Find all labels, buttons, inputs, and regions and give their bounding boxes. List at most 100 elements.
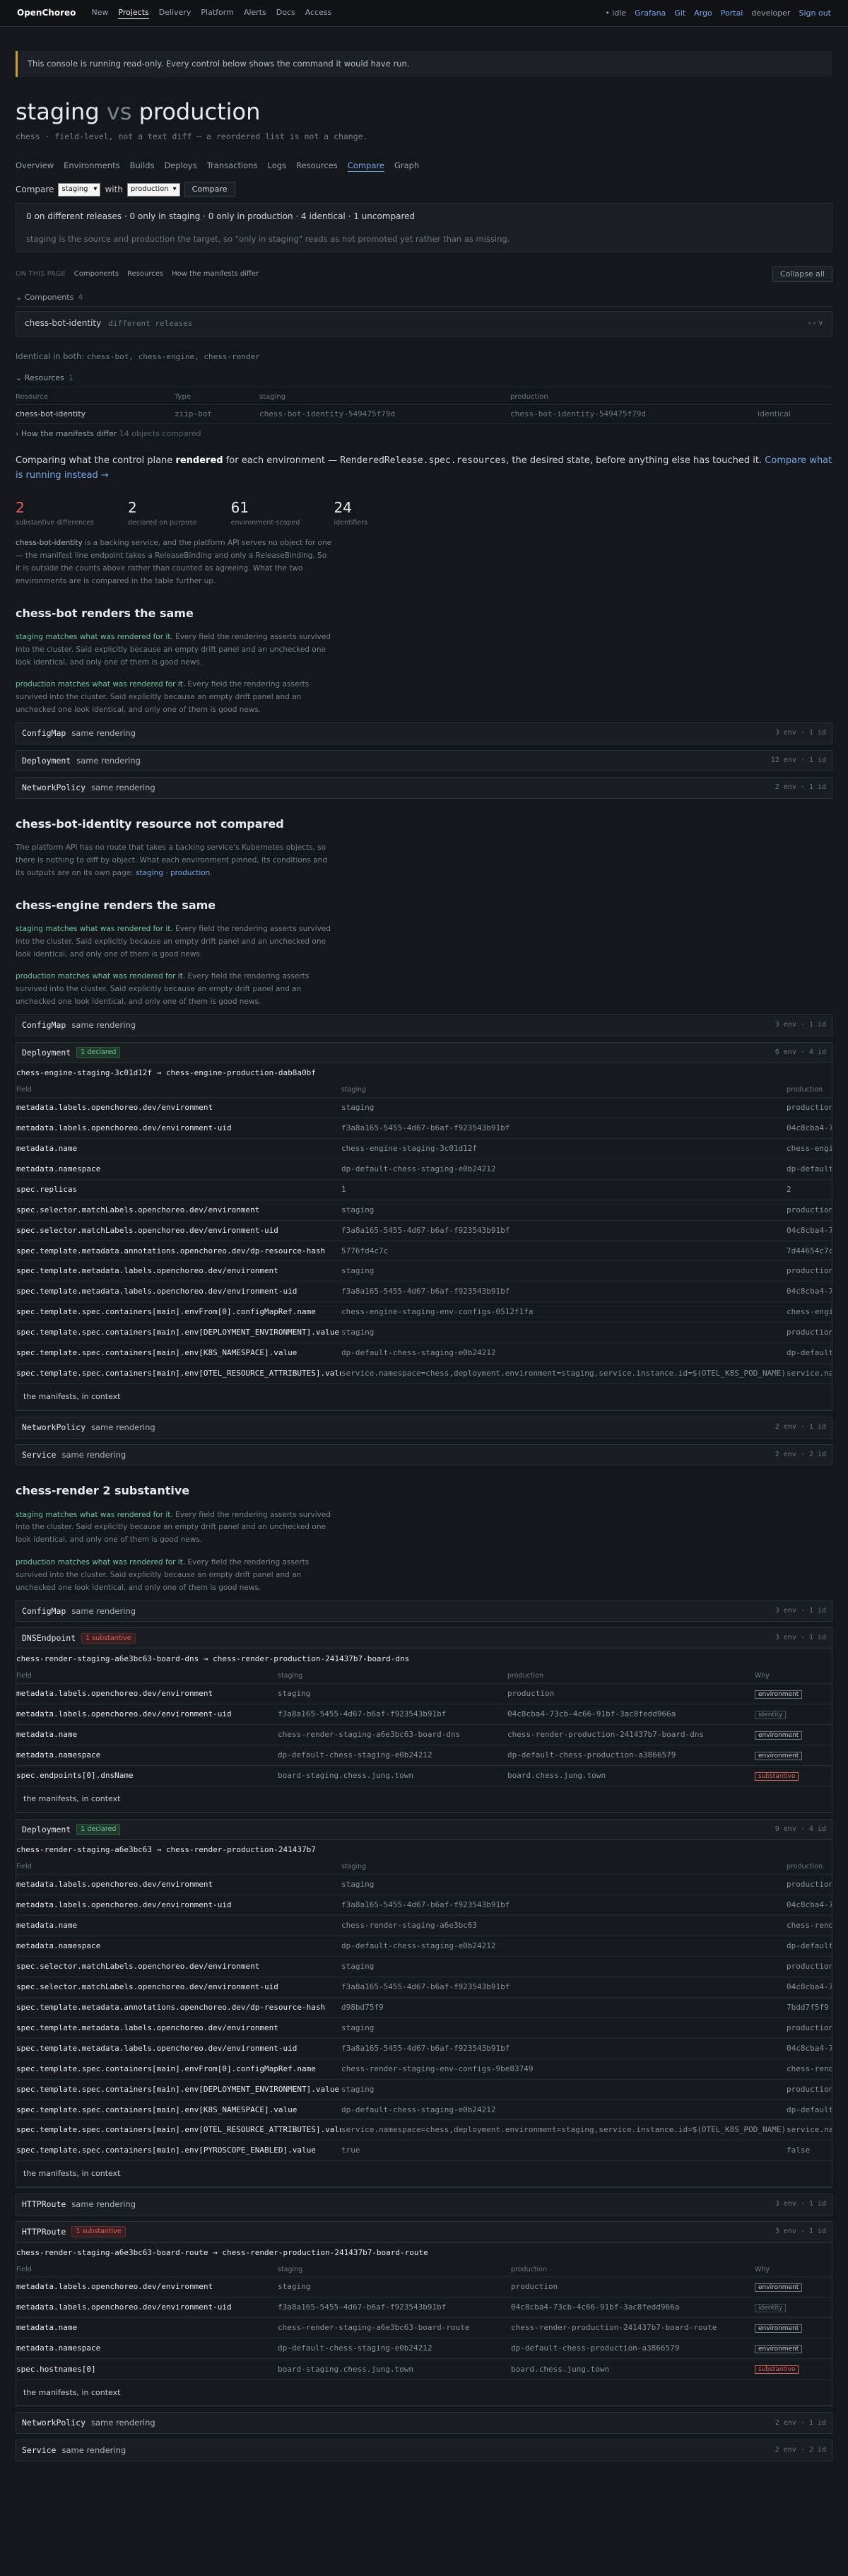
user-name: developer <box>751 8 791 18</box>
components-section-head[interactable]: ⌄ Components 4 <box>16 292 832 308</box>
right-env-select[interactable]: production ▾ <box>126 183 180 197</box>
nav-external-portal[interactable]: Portal <box>721 8 743 19</box>
kind-row[interactable]: Service same rendering 2 env · 2 id <box>16 1444 832 1466</box>
declared-badge: 1 declared <box>76 1824 121 1836</box>
diff-value: 04c8cba4-73cb-4c66-91bf-3ac8fedd966a <box>511 2297 755 2319</box>
production-link[interactable]: production <box>170 869 210 877</box>
nav-link-platform[interactable]: Platform <box>201 7 233 19</box>
tab-deploys[interactable]: Deploys <box>164 160 196 172</box>
kind-row[interactable]: Deployment same rendering 12 env · 1 id <box>16 749 832 772</box>
component-card[interactable]: chess-bot-identity different releases ‹ … <box>16 311 832 336</box>
diff-row: spec.hostnames[0] board-staging.chess.jun… <box>16 2358 832 2380</box>
diff-col-header: Field <box>16 2262 278 2278</box>
tab-transactions[interactable]: Transactions <box>207 160 258 172</box>
kind-state: same rendering <box>76 755 141 766</box>
resources-cell: ziip-bot <box>175 404 259 424</box>
kind-row[interactable]: ConfigMap same rendering 3 env · 1 id <box>16 1600 832 1622</box>
context-toggle[interactable]: the manifests, in context <box>16 2380 832 2406</box>
diff-value: dp-default-chess-staging-e0b24212 <box>341 1342 787 1364</box>
kind-row[interactable]: ConfigMap same rendering 3 env · 1 id <box>16 1014 832 1036</box>
table-row[interactable]: chess-bot-identity ziip-bot chess-bot-iden… <box>16 404 832 424</box>
diff-value: dp-default-chess-staging-e0b24212 <box>341 1936 787 1957</box>
kind-state: same rendering <box>61 2445 126 2456</box>
context-toggle[interactable]: the manifests, in context <box>16 2161 832 2188</box>
tab-environments[interactable]: Environments <box>64 160 119 172</box>
kind-row-expanded[interactable]: Deployment 1 declared 6 env · 4 id <box>16 1041 832 1064</box>
kind-name: Deployment <box>22 1047 71 1058</box>
diff-value: staging <box>341 1956 787 1977</box>
resources-col-header: production <box>510 390 758 406</box>
nav-external-grafana[interactable]: Grafana <box>635 8 666 19</box>
brand-logo[interactable]: OpenChoreo <box>17 7 76 19</box>
diff-row: spec.template.spec.containers[main].env[… <box>16 1322 832 1344</box>
diff-field: metadata.namespace <box>16 1159 341 1180</box>
context-toggle[interactable]: the manifests, in context <box>16 1786 832 1813</box>
diff-value: staging <box>278 1683 507 1704</box>
context-toggle[interactable]: the manifests, in context <box>16 1384 832 1410</box>
tab-graph[interactable]: Graph <box>394 160 419 172</box>
diff-row: spec.selector.matchLabels.openchoreo.dev… <box>16 1220 832 1241</box>
page-title: staging vs production <box>16 98 261 125</box>
jump-link[interactable]: Resources <box>127 269 163 280</box>
resources-section-head[interactable]: ⌄ Resources 1 <box>16 373 832 387</box>
diff-table: Field staging production metadata.labels.op… <box>16 1083 832 1385</box>
declared-badge: 1 declared <box>76 1047 121 1058</box>
compare-button[interactable]: Compare <box>184 182 235 198</box>
diff-row: spec.template.metadata.annotations.openc… <box>16 1997 832 2018</box>
diff-value: chess-engine-production-dab8a0bf <box>787 1138 832 1159</box>
diff-col-header: Why <box>755 1668 832 1684</box>
staging-link[interactable]: staging <box>136 869 163 877</box>
tab-logs[interactable]: Logs <box>267 160 286 172</box>
collapse-all-button[interactable]: Collapse all <box>772 267 832 283</box>
kind-name: NetworkPolicy <box>22 2418 86 2428</box>
section-title: chess-engine renders the same <box>16 898 216 912</box>
kind-row-expanded[interactable]: Deployment 1 declared 9 env · 4 id <box>16 1818 832 1841</box>
kind-row[interactable]: ConfigMap same rendering 3 env · 1 id <box>16 722 832 744</box>
diff-row: spec.selector.matchLabels.openchoreo.dev… <box>16 1956 832 1977</box>
resources-col-header: staging <box>259 390 510 406</box>
kind-row[interactable]: NetworkPolicy same rendering 2 env · 1 id <box>16 1417 832 1439</box>
jump-link[interactable]: Components <box>74 269 119 280</box>
status-indicator: • idle <box>605 8 627 18</box>
chevron-down-icon: ⌄ <box>16 293 25 303</box>
nav-link-projects[interactable]: Projects <box>118 7 149 19</box>
diff-row: metadata.name chess-render-staging-a6e3bc… <box>16 1915 832 1936</box>
tab-overview[interactable]: Overview <box>16 160 54 172</box>
tab-compare[interactable]: Compare <box>347 160 384 172</box>
kind-name: NetworkPolicy <box>22 783 86 793</box>
kind-row[interactable]: Service same rendering 2 env · 2 id <box>16 2440 832 2461</box>
kind-row[interactable]: NetworkPolicy same rendering 2 env · 1 id <box>16 2412 832 2435</box>
diff-value: f3a8a165-5455-4d67-b6af-f923543b91bf <box>341 1281 787 1303</box>
nav-link-delivery[interactable]: Delivery <box>159 7 192 19</box>
sign-out-link[interactable]: Sign out <box>799 8 831 19</box>
component-name: chess-bot-identity <box>25 318 102 329</box>
jump-link[interactable]: How the manifests differ <box>172 269 259 280</box>
nav-external-argo[interactable]: Argo <box>694 8 712 19</box>
diff-row: metadata.labels.openchoreo.dev/environme… <box>16 1895 832 1916</box>
diff-value: false <box>787 2140 832 2162</box>
bot-identity-note: chess-bot-identity is a backing service,… <box>16 539 332 585</box>
kind-row-expanded[interactable]: DNSEndpoint 1 substantive 3 env · 1 id <box>16 1627 832 1649</box>
nav-external-git[interactable]: Git <box>674 8 685 19</box>
tab-builds[interactable]: Builds <box>130 160 155 172</box>
nav-link-access[interactable]: Access <box>305 7 332 19</box>
tab-resources[interactable]: Resources <box>296 160 338 172</box>
diff-value: 04c8cba4-73cb-4c66-91bf-3ac8fedd966a <box>787 1895 832 1916</box>
kind-row[interactable]: HTTPRoute same rendering 3 env · 1 id <box>16 2194 832 2215</box>
diff-field: metadata.labels.openchoreo.dev/environme… <box>16 1118 341 1139</box>
how-manifests-differ-toggle[interactable]: › How the manifests differ 14 objects co… <box>16 428 832 440</box>
kind-row-expanded[interactable]: HTTPRoute 1 substantive 3 env · 1 id <box>16 2220 832 2243</box>
nav-link-alerts[interactable]: Alerts <box>244 7 266 19</box>
kind-row[interactable]: NetworkPolicy same rendering 2 env · 1 id <box>16 777 832 799</box>
diff-value: 04c8cba4-73cb-4c66-91bf-3ac8fedd966a <box>787 1977 832 1998</box>
left-env-select[interactable]: staging ▾ <box>58 183 101 197</box>
diff-field: spec.replicas <box>16 1179 341 1200</box>
nav-link-docs[interactable]: Docs <box>276 7 295 19</box>
top-nav: OpenChoreo New Projects Delivery Platform Al… <box>0 0 848 27</box>
stat: 24 identifiers <box>334 498 368 527</box>
diff-value: staging <box>341 2018 787 2039</box>
expand-icon[interactable]: ‹ › ∨ <box>808 319 823 329</box>
nav-link-new[interactable]: New <box>91 7 108 19</box>
not-compared-note: The platform API has no route that takes… <box>16 843 327 877</box>
diff-field: spec.selector.matchLabels.openchoreo.dev… <box>16 1200 341 1221</box>
